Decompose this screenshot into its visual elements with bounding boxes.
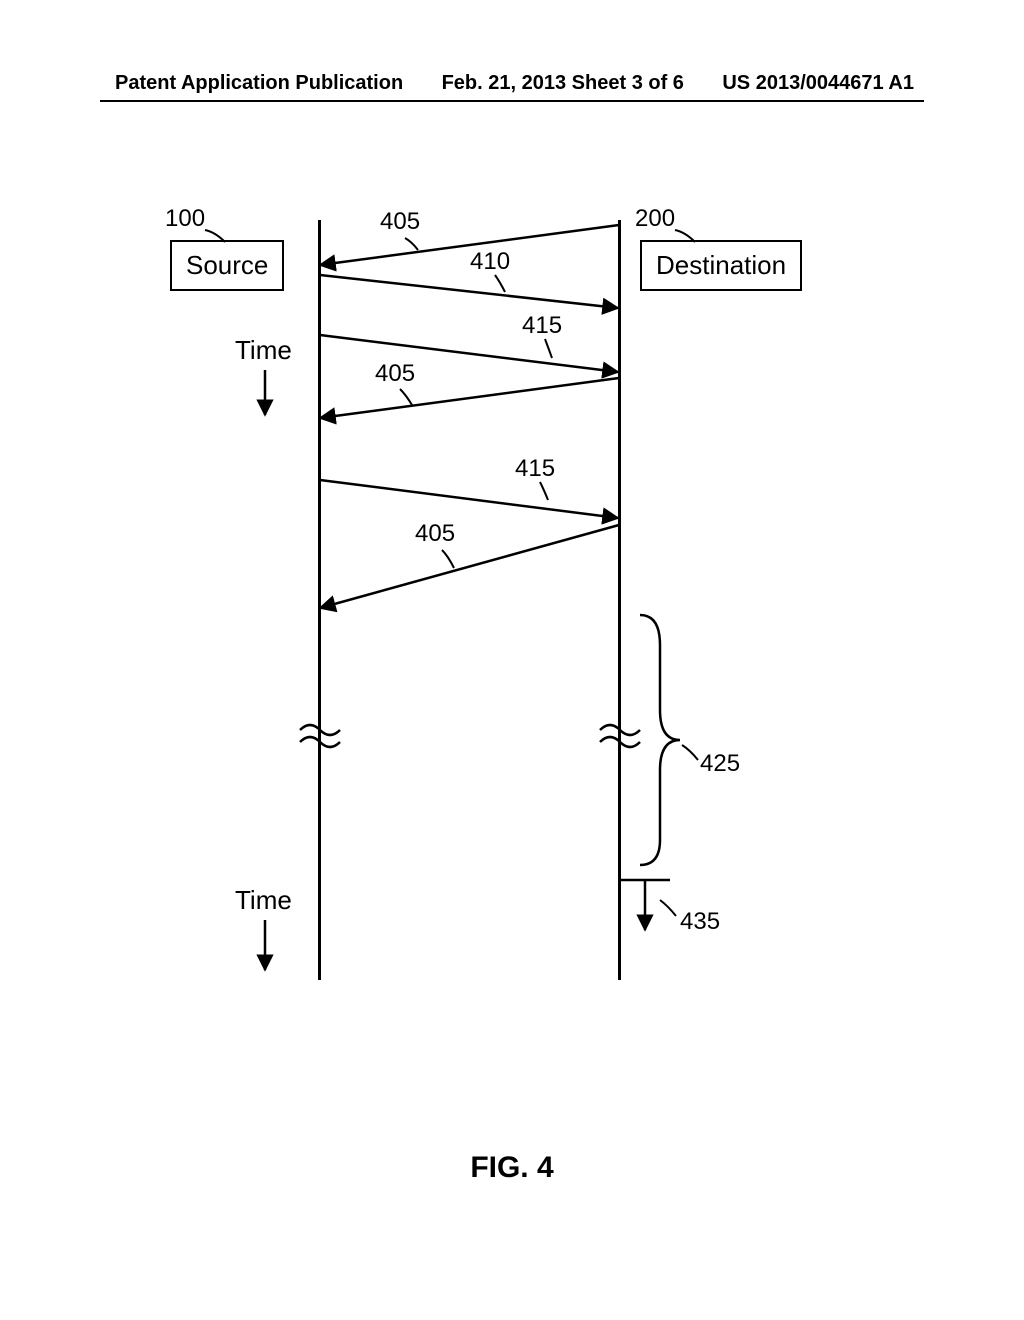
sequence-diagram: Source Destination 100 200 — [150, 200, 870, 1100]
header-center: Feb. 21, 2013 Sheet 3 of 6 — [442, 72, 684, 95]
ref-435: 435 — [680, 908, 720, 936]
ref-410: 410 — [470, 248, 510, 276]
ref-415-1: 415 — [522, 312, 562, 340]
header-rule — [100, 100, 924, 102]
ref-405-3: 405 — [415, 520, 455, 548]
ref-415-2: 415 — [515, 455, 555, 483]
figure-label: FIG. 4 — [0, 1151, 1024, 1185]
ref-425: 425 — [700, 750, 740, 778]
ref-405-2: 405 — [375, 360, 415, 388]
time-label-2: Time — [235, 885, 292, 916]
page-header: Patent Application Publication Feb. 21, … — [0, 72, 1024, 95]
ref-405-1: 405 — [380, 208, 420, 236]
header-left: Patent Application Publication — [115, 72, 403, 95]
header-right: US 2013/0044671 A1 — [722, 72, 914, 95]
time-label-1: Time — [235, 335, 292, 366]
